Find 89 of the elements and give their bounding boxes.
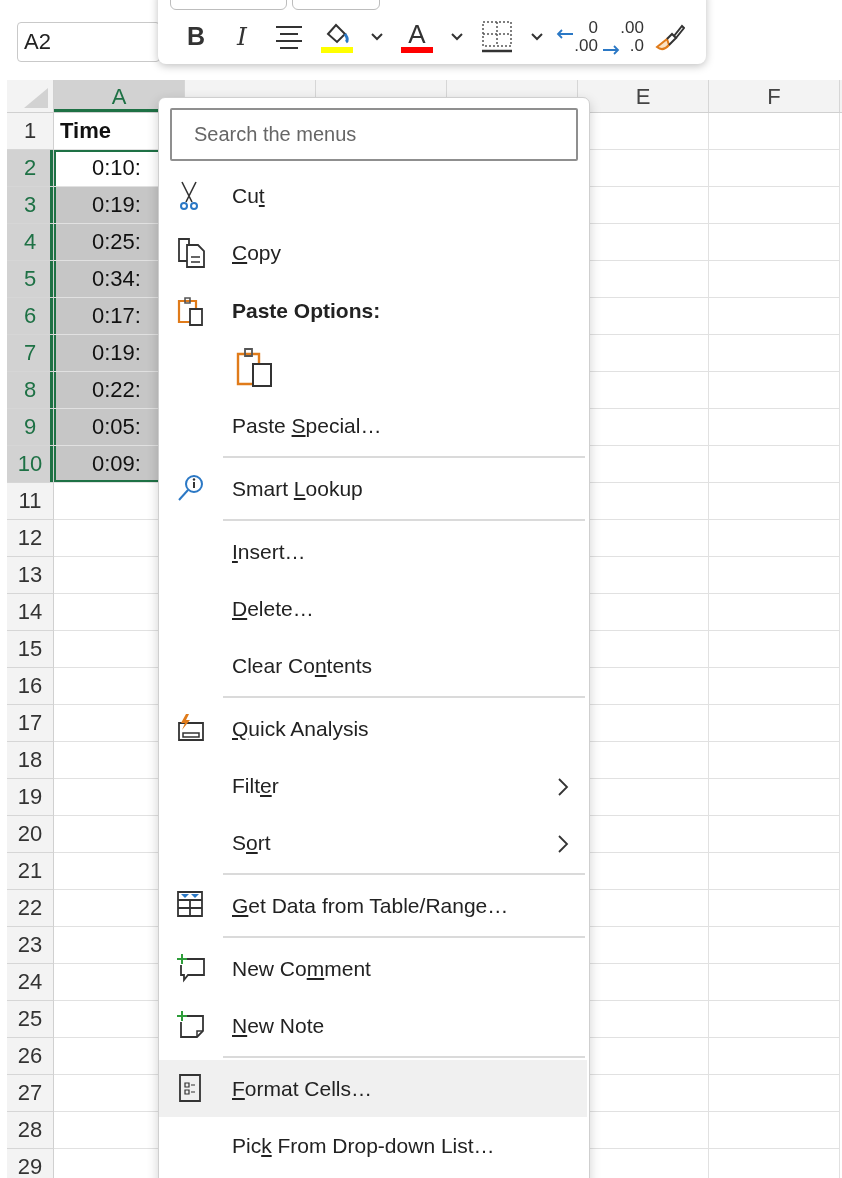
- row-header[interactable]: 11: [7, 483, 54, 520]
- increase-decimal-button[interactable]: 0 .00: [554, 14, 598, 60]
- clipboard-icon: [175, 295, 206, 327]
- chevron-down-icon: [450, 32, 464, 42]
- row-header[interactable]: 13: [7, 557, 54, 594]
- arrow-right-icon: [602, 44, 620, 55]
- empty-cell[interactable]: [709, 150, 840, 187]
- arrow-left-icon: [556, 28, 574, 39]
- row-header[interactable]: 16: [7, 668, 54, 705]
- column-header[interactable]: A: [54, 80, 185, 112]
- row-header[interactable]: 5: [7, 261, 54, 298]
- chevron-down-icon: [530, 32, 544, 42]
- row-header[interactable]: 18: [7, 742, 54, 779]
- bold-button[interactable]: B: [174, 14, 218, 60]
- borders-icon: [482, 21, 512, 53]
- align-icon: [275, 24, 303, 50]
- empty-cell[interactable]: [709, 1075, 840, 1112]
- empty-cell[interactable]: [709, 557, 840, 594]
- row-header[interactable]: 10: [7, 446, 54, 483]
- row-header[interactable]: 28: [7, 1112, 54, 1149]
- empty-cell[interactable]: [709, 1038, 840, 1075]
- row-header[interactable]: 1: [7, 113, 54, 150]
- empty-cell[interactable]: [709, 1112, 840, 1149]
- empty-cell[interactable]: [709, 890, 840, 927]
- empty-cell[interactable]: [709, 261, 840, 298]
- empty-cell[interactable]: [709, 224, 840, 261]
- row-header[interactable]: 22: [7, 890, 54, 927]
- empty-cell[interactable]: [709, 631, 840, 668]
- chevron-right-icon: [557, 777, 569, 798]
- empty-cell[interactable]: [709, 853, 840, 890]
- chevron-down-icon: [370, 32, 384, 42]
- empty-cell[interactable]: [709, 964, 840, 1001]
- row-header[interactable]: 21: [7, 853, 54, 890]
- menu-item[interactable]: Quick Analysis: [159, 700, 587, 757]
- row-header[interactable]: 7: [7, 335, 54, 372]
- menu-item[interactable]: Get Data from Table/Range…: [159, 877, 587, 934]
- row-header[interactable]: 14: [7, 594, 54, 631]
- copy-icon: [175, 236, 206, 269]
- empty-cell[interactable]: [709, 335, 840, 372]
- row-header[interactable]: 12: [7, 520, 54, 557]
- search-field[interactable]: Search the menus: [170, 108, 578, 161]
- empty-cell[interactable]: [709, 113, 840, 150]
- empty-cell[interactable]: [709, 446, 840, 483]
- empty-cell[interactable]: [709, 927, 840, 964]
- empty-cell[interactable]: [709, 705, 840, 742]
- clipboard-icon: [235, 346, 275, 388]
- row-header[interactable]: 26: [7, 1038, 54, 1075]
- empty-cell[interactable]: [709, 816, 840, 853]
- empty-cell[interactable]: [709, 742, 840, 779]
- empty-cell[interactable]: [709, 520, 840, 557]
- font-color-button[interactable]: A: [394, 14, 440, 60]
- menu-item[interactable]: Insert…: [159, 523, 587, 580]
- empty-cell[interactable]: [709, 483, 840, 520]
- row-header[interactable]: 29: [7, 1149, 54, 1178]
- column-header[interactable]: F: [709, 80, 840, 112]
- menu-item[interactable]: Filter: [159, 757, 587, 814]
- row-header[interactable]: 25: [7, 1001, 54, 1038]
- menu-item[interactable]: Clear Contents: [159, 637, 587, 694]
- row-header[interactable]: 17: [7, 705, 54, 742]
- menu-item[interactable]: Pick From Drop-down List…: [159, 1117, 587, 1174]
- row-header[interactable]: 2: [7, 150, 54, 187]
- row-header[interactable]: 3: [7, 187, 54, 224]
- menu-item[interactable]: Delete…: [159, 580, 587, 637]
- row-header[interactable]: 19: [7, 779, 54, 816]
- decrease-decimal-button[interactable]: .00 .0: [600, 14, 644, 60]
- menu-item[interactable]: New Comment: [159, 940, 587, 997]
- row-header[interactable]: 20: [7, 816, 54, 853]
- row-header[interactable]: 4: [7, 224, 54, 261]
- italic-button[interactable]: I: [220, 14, 264, 60]
- empty-cell[interactable]: [709, 298, 840, 335]
- empty-cell[interactable]: [709, 187, 840, 224]
- empty-cell[interactable]: [709, 668, 840, 705]
- empty-cell[interactable]: [709, 594, 840, 631]
- row-header[interactable]: 24: [7, 964, 54, 1001]
- menu-item[interactable]: Sort: [159, 814, 587, 871]
- menu-item[interactable]: New Note: [159, 997, 587, 1054]
- empty-cell[interactable]: [709, 779, 840, 816]
- row-header[interactable]: 6: [7, 298, 54, 335]
- row-header[interactable]: 27: [7, 1075, 54, 1112]
- empty-cell[interactable]: [709, 372, 840, 409]
- row-header[interactable]: 15: [7, 631, 54, 668]
- row-header[interactable]: 9: [7, 409, 54, 446]
- row-header[interactable]: 23: [7, 927, 54, 964]
- menu-item[interactable]: Format Cells…: [159, 1060, 587, 1117]
- chevron-right-icon: [557, 834, 569, 855]
- comment-icon: [175, 952, 206, 985]
- empty-cell[interactable]: [709, 409, 840, 446]
- row-header[interactable]: 8: [7, 372, 54, 409]
- empty-cell[interactable]: [709, 1001, 840, 1038]
